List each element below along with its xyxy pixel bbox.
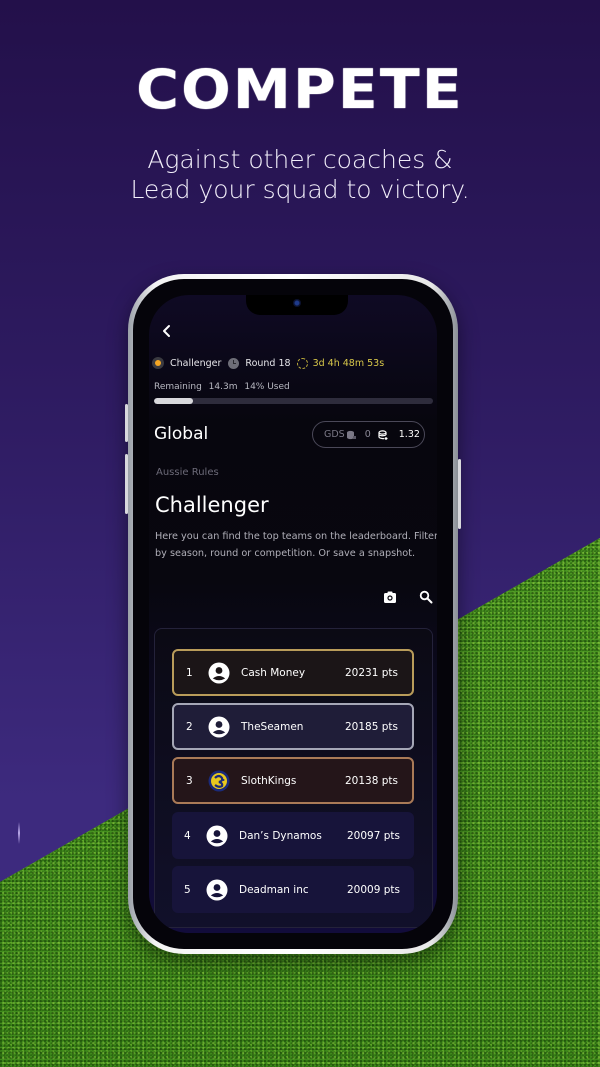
phone-notch bbox=[246, 295, 348, 315]
search-button[interactable] bbox=[419, 589, 433, 604]
league-name: Challenger bbox=[170, 357, 222, 369]
search-icon bbox=[419, 590, 433, 604]
hero-subtitle: Against other coaches & Lead your squad … bbox=[0, 145, 600, 205]
page-description: Here you can find the top teams on the l… bbox=[155, 531, 437, 559]
phone-volume-down bbox=[125, 454, 128, 514]
back-button[interactable] bbox=[157, 321, 177, 341]
countdown-timer: 3d 4h 48m 53s bbox=[312, 357, 385, 369]
rank: 2 bbox=[186, 720, 193, 733]
leaderboard-row[interactable]: 2 TheSeamen 20185 pts bbox=[172, 703, 414, 750]
remaining-value: 14.3m bbox=[208, 382, 238, 392]
camera-icon bbox=[384, 591, 396, 603]
team-name: TheSeamen bbox=[241, 720, 304, 733]
gds-balance-pill[interactable]: GDS 0 1.32 bbox=[312, 421, 425, 448]
rank: 4 bbox=[184, 829, 191, 842]
team-name: Dan’s Dynamos bbox=[239, 829, 322, 842]
team-points: 20185 pts bbox=[345, 720, 398, 733]
league-dot-icon bbox=[152, 357, 164, 369]
sport-label: Aussie Rules bbox=[156, 467, 219, 478]
leaderboard: 1 Cash Money 20231 pts 2 TheSeamen 20185… bbox=[154, 628, 433, 928]
phone-mockup: Challenger Round 18 3d 4h 48m 53s Remain… bbox=[125, 274, 461, 954]
phone-power-button bbox=[458, 459, 461, 529]
leaderboard-row[interactable]: 4 Dan’s Dynamos 20097 pts bbox=[172, 812, 414, 859]
hero-subtitle-line2: Lead your squad to victory. bbox=[130, 175, 470, 204]
used-label: 14% Used bbox=[244, 382, 290, 392]
user-avatar-icon bbox=[206, 825, 228, 846]
team-points: 20138 pts bbox=[345, 774, 398, 787]
phone-bezel: Challenger Round 18 3d 4h 48m 53s Remain… bbox=[133, 279, 453, 949]
team-name: SlothKings bbox=[241, 774, 297, 787]
snapshot-button[interactable] bbox=[383, 589, 397, 603]
phone-volume-up bbox=[125, 404, 128, 442]
user-avatar-icon bbox=[206, 879, 228, 900]
remaining-label: Remaining bbox=[154, 382, 202, 392]
section-title: Global bbox=[154, 424, 209, 444]
page-title: Challenger bbox=[155, 493, 269, 517]
remaining-row: Remaining 14.3m 14% Used bbox=[154, 382, 290, 392]
user-avatar-icon bbox=[208, 662, 230, 683]
rank: 1 bbox=[186, 666, 193, 679]
app-screen: Challenger Round 18 3d 4h 48m 53s Remain… bbox=[149, 295, 437, 933]
gds-count: 0 bbox=[364, 429, 371, 440]
chevron-left-icon bbox=[163, 325, 170, 337]
hero-subtitle-line1: Against other coaches & bbox=[147, 145, 453, 174]
leaderboard-row[interactable]: 5 Deadman inc 20009 pts bbox=[172, 866, 414, 913]
hero-title: COMPETE bbox=[136, 58, 464, 121]
team-points: 20097 pts bbox=[347, 829, 400, 842]
decorative-mark bbox=[18, 822, 20, 844]
team-logo-icon bbox=[208, 770, 230, 791]
timer-icon bbox=[296, 357, 308, 369]
leaderboard-row[interactable]: 1 Cash Money 20231 pts bbox=[172, 649, 414, 696]
usage-progress-fill bbox=[154, 398, 194, 404]
coin-stack-icon bbox=[346, 430, 356, 439]
camera-icon bbox=[293, 299, 301, 307]
coin-add-icon bbox=[378, 429, 388, 440]
rank: 3 bbox=[186, 774, 193, 787]
clock-icon bbox=[228, 357, 240, 369]
rank: 5 bbox=[184, 883, 191, 896]
user-avatar-icon bbox=[208, 716, 230, 737]
gds-value: 1.32 bbox=[398, 429, 420, 440]
leaderboard-row[interactable]: 3 SlothKings 20138 pts bbox=[172, 757, 414, 804]
team-name: Cash Money bbox=[241, 666, 306, 679]
round-label: Round 18 bbox=[245, 357, 291, 369]
team-points: 20009 pts bbox=[347, 883, 400, 896]
team-points: 20231 pts bbox=[345, 666, 398, 679]
team-name: Deadman inc bbox=[239, 883, 309, 896]
gds-label: GDS bbox=[324, 429, 345, 440]
usage-progress-bar bbox=[154, 398, 433, 404]
competition-status-row: Challenger Round 18 3d 4h 48m 53s bbox=[152, 357, 384, 369]
